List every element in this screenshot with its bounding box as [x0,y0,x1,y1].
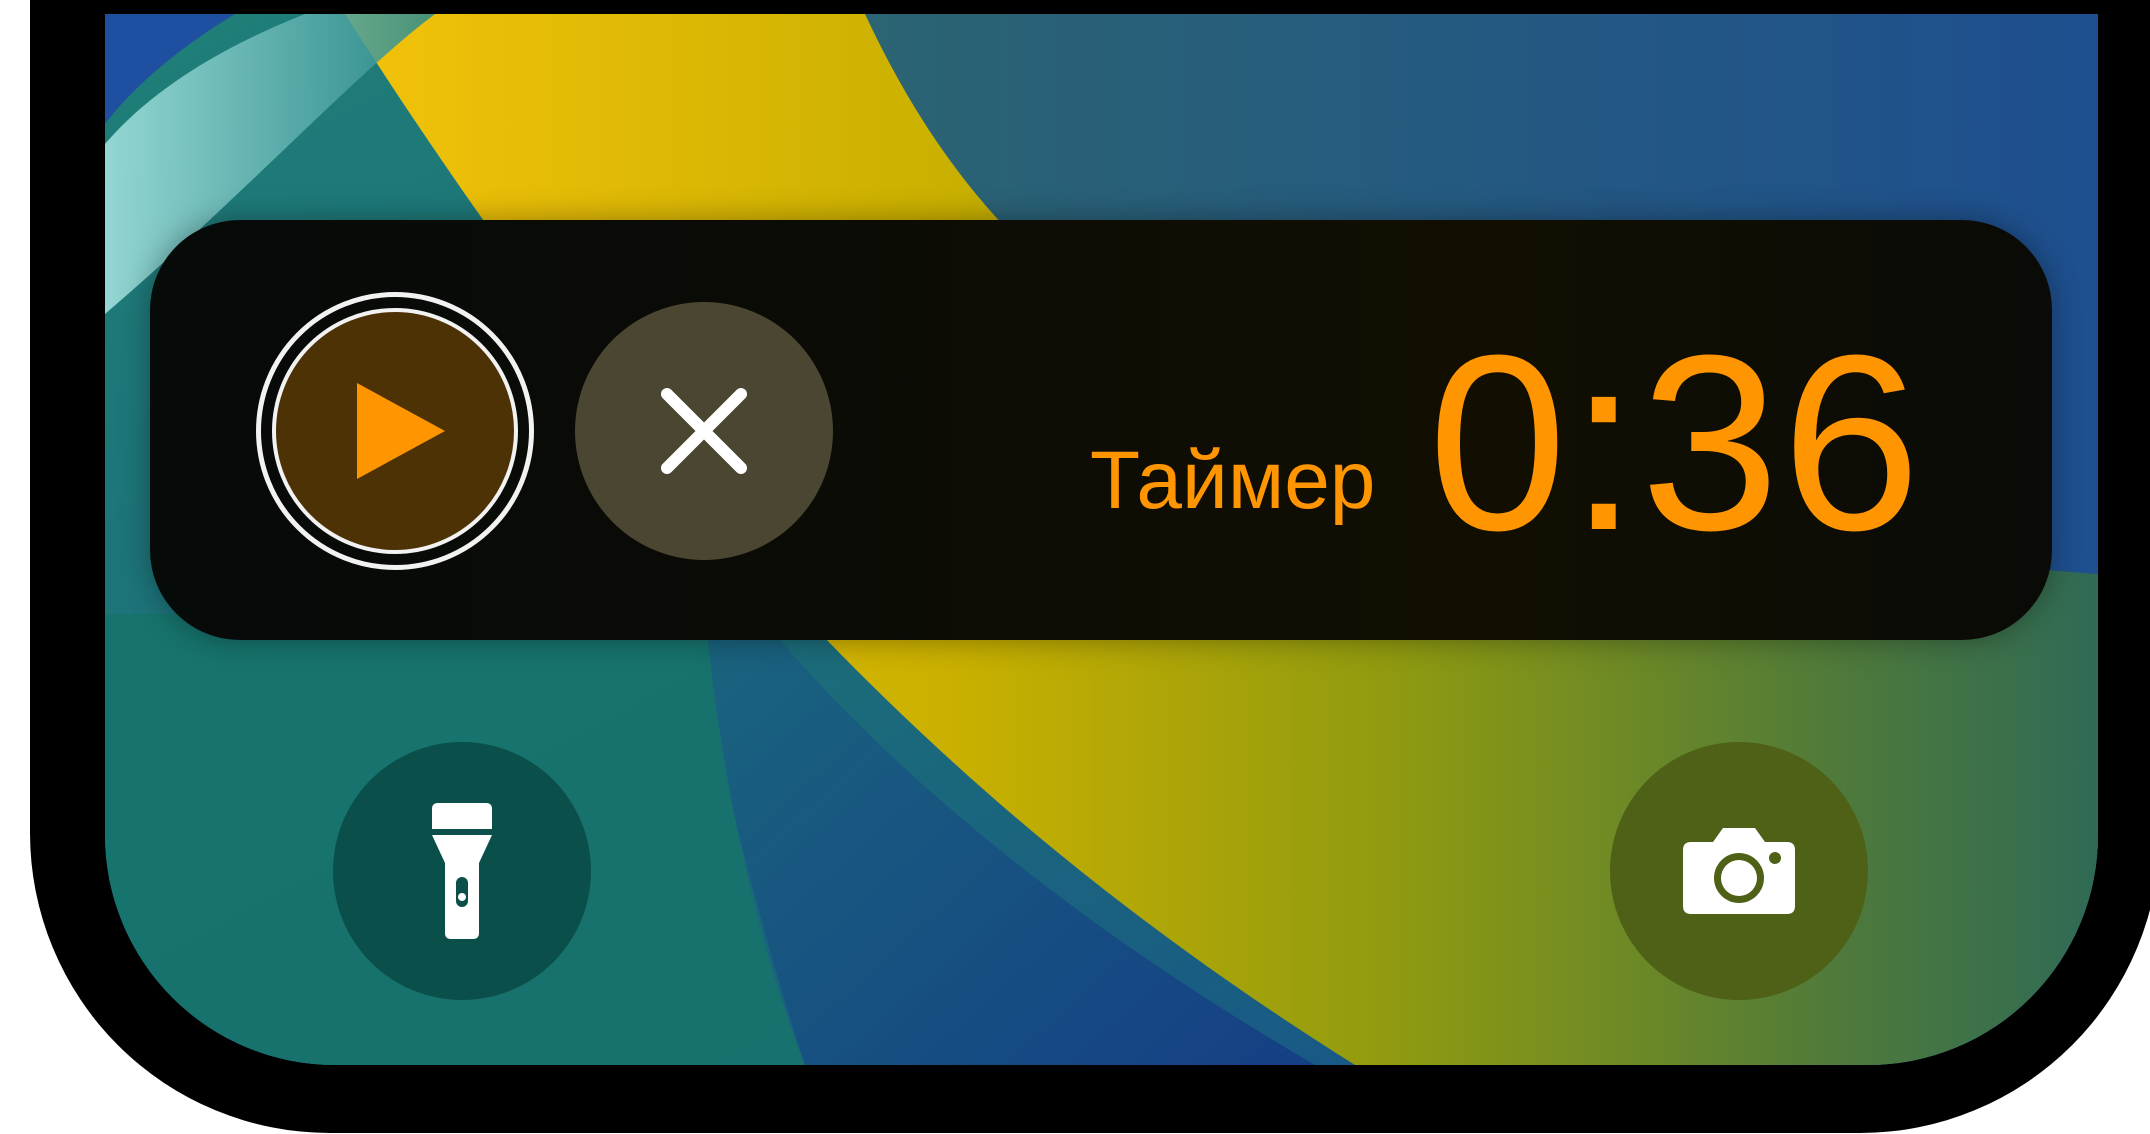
lock-screen-stage: Таймер 0:36 [0,0,2150,1134]
timer-countdown: 0:36 [1428,303,1923,582]
camera-button[interactable] [1610,742,1868,1000]
play-button-circle [272,308,518,554]
flashlight-button[interactable] [333,742,591,1000]
play-button[interactable] [256,292,534,570]
flashlight-icon [432,803,492,939]
camera-icon [1683,828,1795,914]
timer-label: Таймер [1090,435,1376,526]
close-icon [661,388,747,474]
close-button[interactable] [575,302,833,560]
play-icon [357,383,445,479]
